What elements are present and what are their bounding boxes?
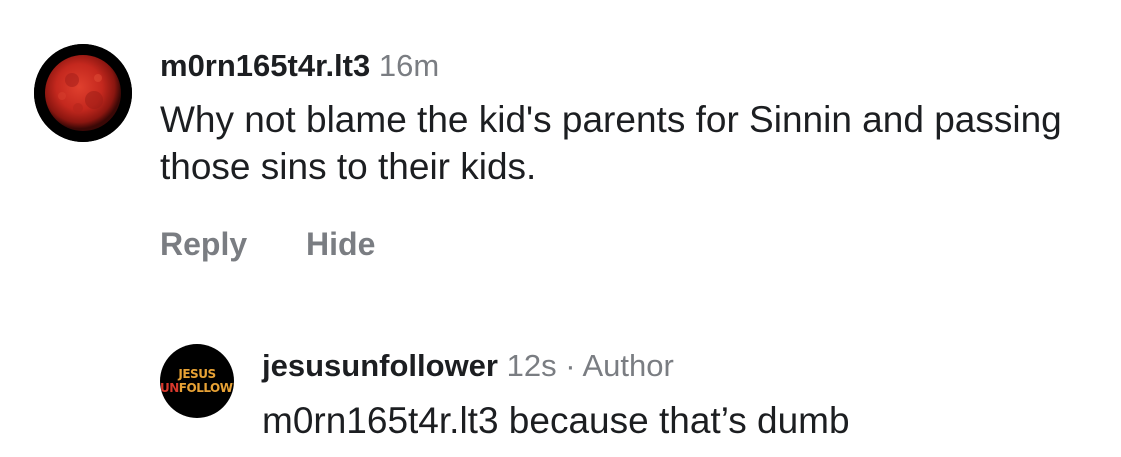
logo-line-1: JESUS — [178, 367, 216, 381]
meta-separator: · — [565, 348, 576, 383]
logo-prefix: UN — [160, 381, 179, 395]
logo-rest: FOLLOWER — [178, 381, 234, 395]
blood-moon-icon — [34, 44, 132, 142]
comment-header: m0rn165t4r.lt3 16m — [160, 44, 1094, 81]
comment-text: Why not blame the kid's parents for Sinn… — [160, 99, 1062, 187]
comment-timestamp: 12s — [506, 348, 557, 383]
avatar[interactable] — [34, 44, 132, 142]
comment-username[interactable]: m0rn165t4r.lt3 — [160, 48, 370, 83]
comment-actions: Reply Hide — [160, 226, 1094, 263]
reply-button[interactable]: Reply — [160, 226, 247, 263]
hide-button[interactable]: Hide — [306, 226, 375, 263]
comment-username[interactable]: jesusunfollower — [262, 348, 498, 383]
avatar[interactable]: JESUS UNFOLLOWER — [160, 344, 234, 418]
comment-timestamp: 16m — [378, 48, 440, 83]
author-badge: Author — [582, 348, 674, 383]
comment-header: jesusunfollower 12s · Author — [262, 344, 1100, 381]
logo-line-2: UNFOLLOWER — [160, 382, 234, 394]
jesus-unfollower-logo: JESUS UNFOLLOWER — [160, 344, 234, 418]
comment-text: m0rn165t4r.lt3 because that’s dumb — [262, 400, 850, 441]
